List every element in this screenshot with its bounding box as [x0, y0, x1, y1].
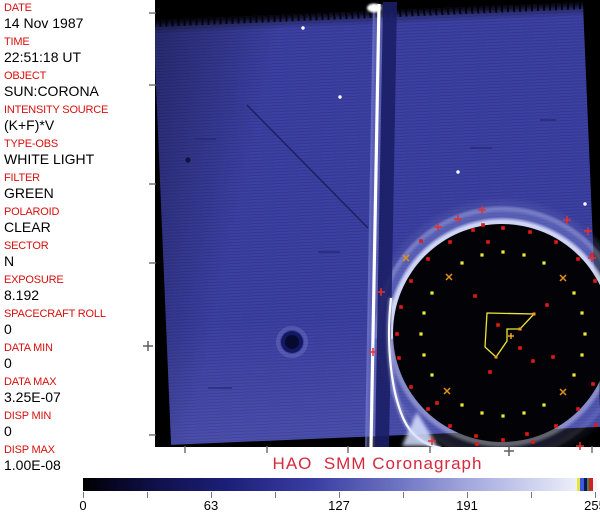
field-label: DISP MIN — [4, 410, 52, 422]
colorbar-stripe — [593, 478, 597, 491]
field-label: FILTER — [4, 172, 40, 184]
metadata-field: SECTOR N — [0, 238, 155, 272]
field-value: 8.192 — [4, 287, 40, 303]
colorbar-label: 255 — [584, 498, 600, 513]
field-value: 0 — [4, 355, 12, 371]
colorbar-tick — [275, 492, 276, 498]
metadata-field: FILTER GREEN — [0, 170, 155, 204]
field-value: N — [4, 253, 15, 269]
metadata-field: DISP MAX 1.00E-08 — [0, 442, 155, 476]
field-value: 1.00E-08 — [4, 457, 61, 473]
metadata-field: DISP MIN 0 — [0, 408, 155, 442]
intensity-colorbar — [83, 478, 597, 491]
metadata-field: POLAROID CLEAR — [0, 204, 155, 238]
field-label: EXPOSURE — [4, 274, 64, 286]
field-label: DATE — [4, 2, 32, 14]
field-label: POLAROID — [4, 206, 60, 218]
colorbar-label: 191 — [456, 498, 478, 513]
field-value: WHITE LIGHT — [4, 151, 95, 167]
field-label: DATA MAX — [4, 376, 57, 388]
colorbar-label: 0 — [79, 498, 87, 513]
colorbar-label: 63 — [203, 498, 219, 513]
field-value: 3.25E-07 — [4, 389, 61, 405]
field-value: 0 — [4, 423, 12, 439]
field-label: TYPE-OBS — [4, 138, 59, 150]
page-title: HAO SMM Coronagraph — [272, 454, 483, 473]
metadata-field: DATA MIN 0 — [0, 340, 155, 374]
metadata-field: SPACECRAFT ROLL 0 — [0, 306, 155, 340]
field-label: DATA MIN — [4, 342, 53, 354]
metadata-field: TIME 22:51:18 UT — [0, 34, 155, 68]
field-value: GREEN — [4, 185, 54, 201]
field-value: 0 — [4, 321, 12, 337]
field-label: INTENSITY SOURCE — [4, 104, 109, 116]
metadata-field: EXPOSURE 8.192 — [0, 272, 155, 306]
colorbar-tick — [403, 492, 404, 498]
colorbar-tick — [147, 492, 148, 498]
field-label: DISP MAX — [4, 444, 55, 456]
field-value: SUN:CORONA — [4, 83, 99, 99]
metadata-sidebar: DATE 14 Nov 1987 TIME 22:51:18 UT OBJECT SUN:… — [0, 0, 155, 473]
metadata-field: TYPE-OBS WHITE LIGHT — [0, 136, 155, 170]
metadata-field: DATE 14 Nov 1987 — [0, 0, 155, 34]
field-value: CLEAR — [4, 219, 51, 235]
field-value: 22:51:18 UT — [4, 49, 82, 65]
metadata-field: DATA MAX 3.25E-07 — [0, 374, 155, 408]
field-label: SPACECRAFT ROLL — [4, 308, 106, 320]
field-value: 14 Nov 1987 — [4, 15, 84, 31]
colorbar-label: 127 — [328, 498, 350, 513]
field-value: (K+F)*V — [4, 117, 55, 133]
field-label: TIME — [4, 36, 30, 48]
metadata-field: INTENSITY SOURCE (K+F)*V — [0, 102, 155, 136]
colorbar-tick — [531, 492, 532, 498]
occulter-disk — [393, 224, 600, 442]
metadata-field: OBJECT SUN:CORONA — [0, 68, 155, 102]
field-label: SECTOR — [4, 240, 49, 252]
coronagraph-image-canvas[interactable] — [155, 0, 600, 447]
field-label: OBJECT — [4, 70, 47, 82]
